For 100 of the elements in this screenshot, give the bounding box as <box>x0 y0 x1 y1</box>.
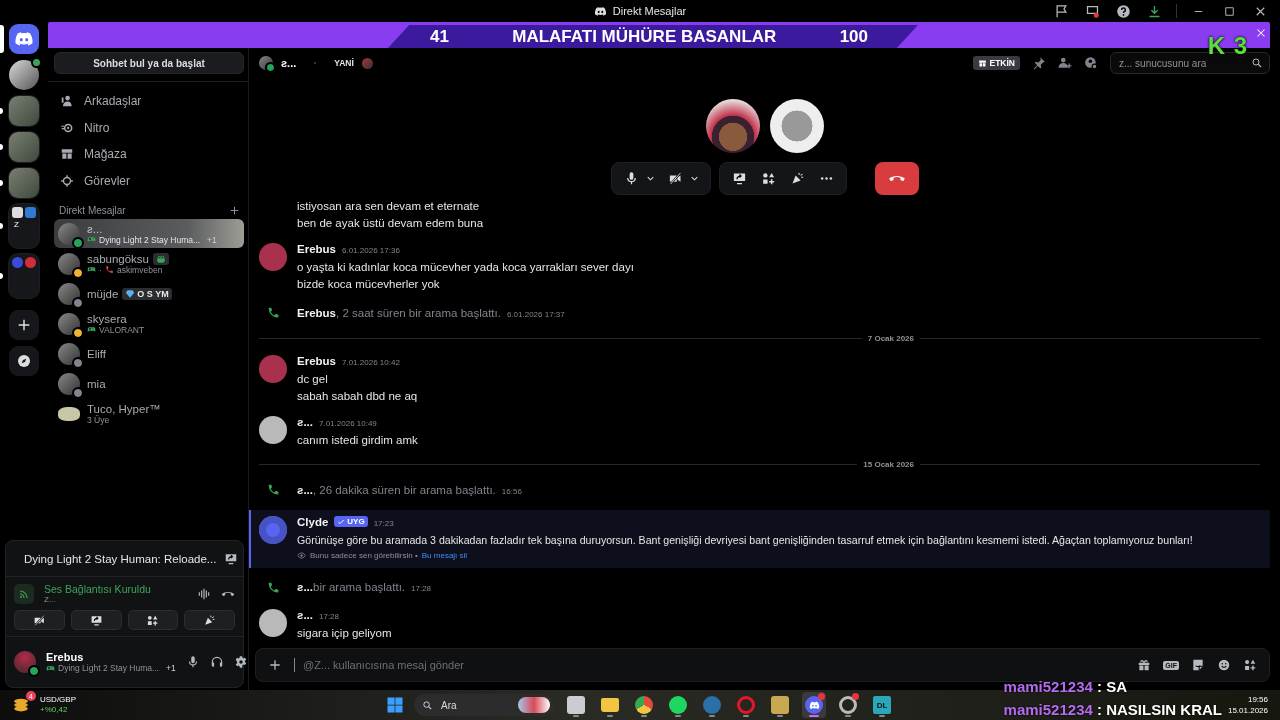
gamepad-icon <box>87 265 96 274</box>
timestamp: 17:28 <box>411 584 432 594</box>
coins-icon <box>12 696 30 714</box>
shop-icon <box>60 147 74 162</box>
activities-icon <box>146 613 160 627</box>
activity-count: +1 <box>166 663 176 673</box>
emoji-icon[interactable] <box>1217 658 1231 672</box>
nav-item[interactable]: Görevler <box>58 167 244 194</box>
headphones-icon[interactable] <box>209 655 224 669</box>
username: Eliff <box>87 347 106 360</box>
timestamp: 6.01.2026 17:37 <box>506 309 565 319</box>
dm-item[interactable]: Tuco, Hyper™ 3 Üye <box>54 399 244 428</box>
message-text: Görünüşe göre bu aramada 3 dakikadan fazladır tek başına duruyorsun. Bant genişliği devriyesi bant genişliğinden tasarruf etmek için bağlantını kesmemi istedi. Ağaçtan toplamıyoruz bunları! <box>297 532 1193 548</box>
server-icon[interactable] <box>9 60 39 90</box>
dm-item[interactable]: skysera VALORANT <box>54 309 244 338</box>
server-icon <box>25 257 36 268</box>
message-text: canım istedi girdim amk <box>297 433 418 449</box>
nav-item[interactable]: Arkadaşlar <box>58 88 244 115</box>
search-button[interactable]: Sohbet bul ya da başlat <box>54 52 244 74</box>
dm-item[interactable]: Eliff <box>54 339 244 368</box>
nav-item[interactable]: Nitro <box>58 114 244 141</box>
message-text: ben de ayak üstü devam edem buna <box>297 216 484 231</box>
widget-change: +%0,42 <box>40 705 69 715</box>
plus-icon <box>16 317 32 333</box>
clock-time: 19:56 <box>1247 694 1268 705</box>
screen-share-icon[interactable] <box>224 551 239 566</box>
activities-icon <box>760 171 776 186</box>
author-name: Erebus <box>297 354 336 370</box>
dm-item[interactable]: mia <box>54 369 244 398</box>
voice-status: Ses Bağlantısı Kuruldu <box>44 583 152 595</box>
server-icon <box>25 207 36 218</box>
download-icon[interactable] <box>1147 3 1162 19</box>
message-text: o yaşta ki kadınlar koca mücevher yada koca yarrakları sever dayı <box>297 260 634 275</box>
voice-channel: Z... <box>44 595 57 604</box>
leave-call-button[interactable] <box>874 162 919 195</box>
phone-icon <box>266 306 280 320</box>
add-friend-icon[interactable] <box>1058 56 1072 70</box>
discover-button[interactable] <box>9 346 39 376</box>
plus-icon[interactable] <box>229 204 240 216</box>
taskbar-search[interactable]: Ara <box>414 694 554 716</box>
soundboard-button[interactable] <box>184 610 235 630</box>
calendar-icon <box>977 58 987 68</box>
nav-item[interactable]: Mağaza <box>58 141 244 168</box>
add-server-button[interactable] <box>9 310 39 340</box>
search-input[interactable]: z... sunucusunu ara <box>1117 56 1251 70</box>
avatar <box>58 252 80 275</box>
dm-item[interactable]: sabungöksu · askimveben <box>54 249 244 278</box>
noise-suppression-icon[interactable] <box>197 586 211 601</box>
dismiss-link[interactable]: Bu mesajı sil <box>421 548 468 563</box>
settings-icon[interactable] <box>233 655 248 669</box>
username: Tuco, Hyper™ <box>87 402 161 415</box>
plus-icon[interactable] <box>268 658 282 672</box>
event-badge[interactable]: ETKİN <box>972 56 1020 70</box>
photo-placeholder <box>705 99 760 153</box>
search-highlight-picture <box>518 697 550 713</box>
search-input[interactable]: Ara <box>439 698 512 712</box>
author-name: Clyde <box>297 514 329 530</box>
windows-start-icon[interactable] <box>386 696 404 714</box>
profile-icon[interactable] <box>1084 56 1098 70</box>
screen-share-button[interactable] <box>70 610 122 630</box>
apps-icon[interactable] <box>1243 658 1257 672</box>
inbox-icon[interactable] <box>1054 3 1069 19</box>
activity-text: Dying Light 2 Stay Huma... <box>58 663 160 673</box>
dm-item[interactable]: ƨ... Dying Light 2 Stay Huma... +1 <box>54 219 244 248</box>
gamepad-icon <box>87 235 96 244</box>
gift-icon[interactable] <box>1137 658 1152 672</box>
server-folder[interactable]: Z <box>9 204 39 248</box>
timestamp: 17:23 <box>373 517 394 530</box>
score-text: 100 <box>839 26 868 47</box>
gem-icon <box>125 288 136 299</box>
pin-icon[interactable] <box>1032 56 1046 70</box>
activities-button[interactable] <box>127 610 179 630</box>
avatar <box>259 56 273 70</box>
message-text: istiyosan ara sen devam et eternate <box>297 202 480 214</box>
screen-icon[interactable] <box>1085 3 1100 19</box>
timestamp: 17:28 <box>319 611 339 623</box>
dm-item[interactable]: müjde O S YM <box>54 279 244 308</box>
message-text: bizde koca mücevherler yok <box>297 277 441 292</box>
discord-app-icon[interactable] <box>802 692 826 718</box>
phone-icon <box>266 580 280 594</box>
username: müjde <box>87 287 119 300</box>
activity-text: askimveben <box>117 264 163 275</box>
overlay-title: MALAFATI MÜHÜRE BASANLAR <box>512 26 777 47</box>
camera-button[interactable] <box>14 610 65 630</box>
clan-tag: O S YM <box>122 287 172 300</box>
help-icon[interactable] <box>1116 3 1131 19</box>
author-name: ƨ... <box>297 608 313 623</box>
call-text: , 2 saat süren bir arama başlattı. <box>336 306 501 319</box>
date-divider: 15 Ocak 2026 <box>863 459 914 469</box>
home-button[interactable] <box>9 24 39 54</box>
compass-icon <box>16 353 32 369</box>
speaker-badge <box>31 57 42 68</box>
message-input[interactable]: @Z... kullanıcısına mesaj gönder <box>294 658 1126 672</box>
server-icon <box>12 207 23 218</box>
server-folder[interactable] <box>9 254 39 298</box>
timestamp: 7.01.2026 10:42 <box>342 357 400 370</box>
sticker-icon[interactable] <box>1191 658 1205 672</box>
call-text: , 26 dakika süren bir arama başlattı. <box>313 483 496 496</box>
screen-share-icon <box>89 613 103 627</box>
friends-icon <box>60 94 74 109</box>
